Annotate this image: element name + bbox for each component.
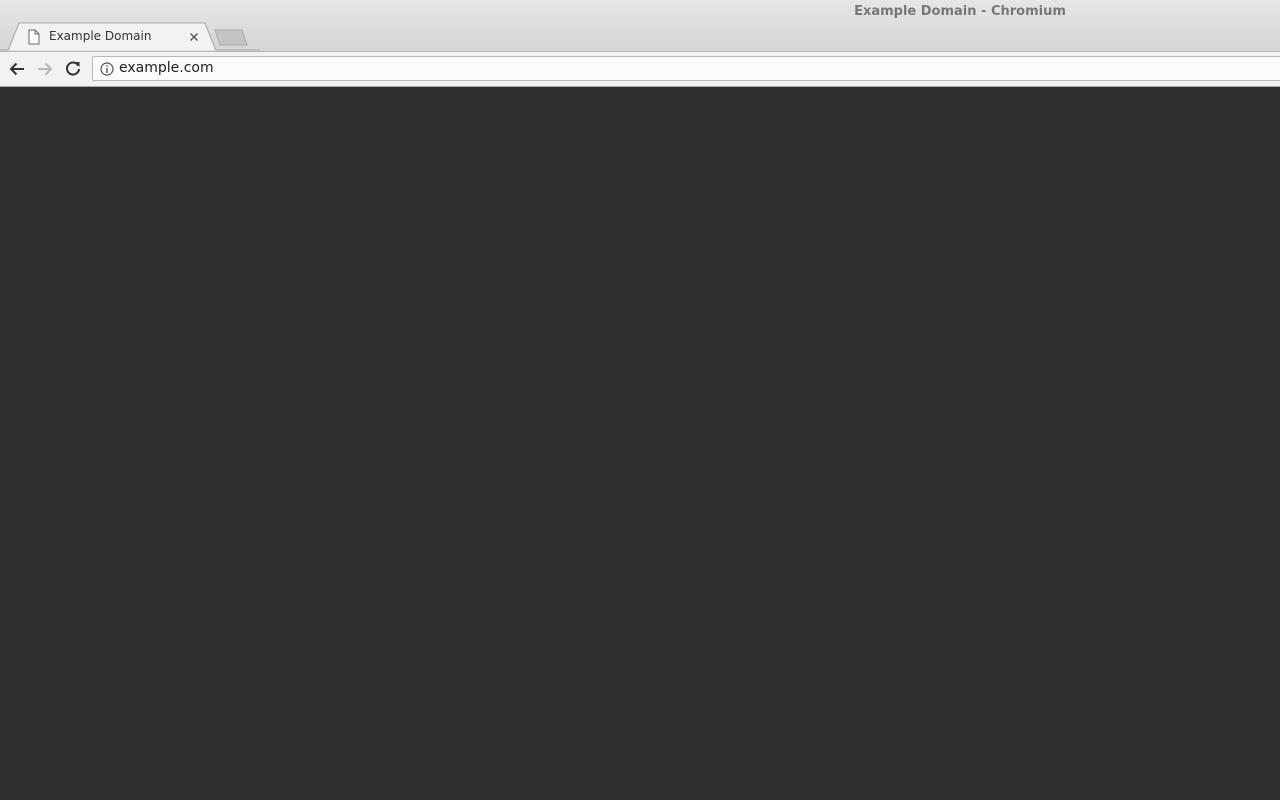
browser-window: Example Domain - Chromium Example Domain: [0, 0, 1280, 800]
page-icon: [28, 29, 40, 45]
url-text[interactable]: example.com: [119, 60, 214, 76]
close-icon[interactable]: [186, 29, 202, 45]
new-tab-button[interactable]: [212, 28, 250, 48]
tab-title: Example Domain: [49, 29, 152, 43]
tab-strip: Example Domain - Chromium Example Domain: [0, 0, 1280, 51]
info-icon[interactable]: [99, 61, 115, 77]
back-button[interactable]: [6, 58, 28, 80]
reload-button[interactable]: [62, 58, 84, 80]
forward-button[interactable]: [34, 58, 56, 80]
tab-example-domain[interactable]: Example Domain: [22, 24, 208, 50]
address-bar[interactable]: example.com: [92, 56, 1280, 81]
page-content: [0, 87, 1280, 800]
toolbar: example.com: [0, 51, 1280, 87]
